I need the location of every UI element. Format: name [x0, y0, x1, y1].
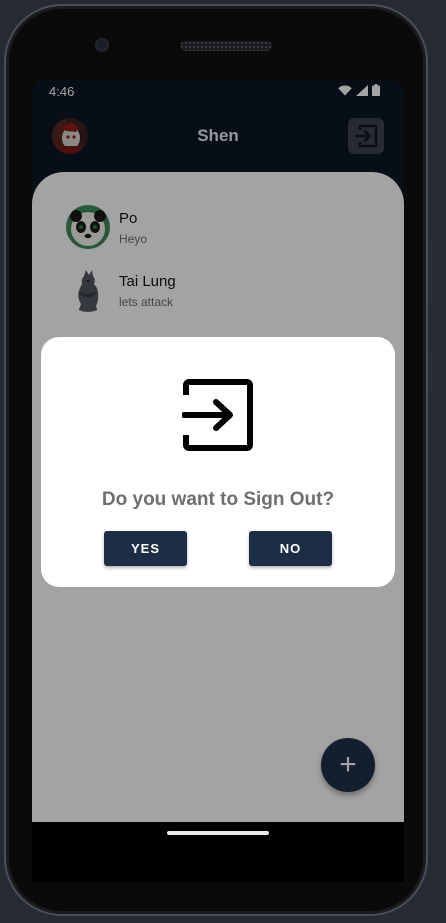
power-button [428, 352, 432, 394]
earpiece-speaker [180, 41, 272, 51]
front-camera [95, 38, 109, 52]
volume-button [428, 235, 432, 307]
app-screen: 4:46 Shen Po Heyo Tai Lung lets attack +… [32, 80, 404, 822]
home-gesture-handle[interactable] [167, 831, 269, 835]
sign-out-dialog: Do you want to Sign Out? YES NO [41, 337, 395, 587]
dialog-question: Do you want to Sign Out? [101, 489, 335, 510]
logout-icon [182, 379, 253, 451]
yes-button[interactable]: YES [104, 531, 187, 566]
navigation-bar [32, 822, 404, 882]
no-button[interactable]: NO [249, 531, 332, 566]
